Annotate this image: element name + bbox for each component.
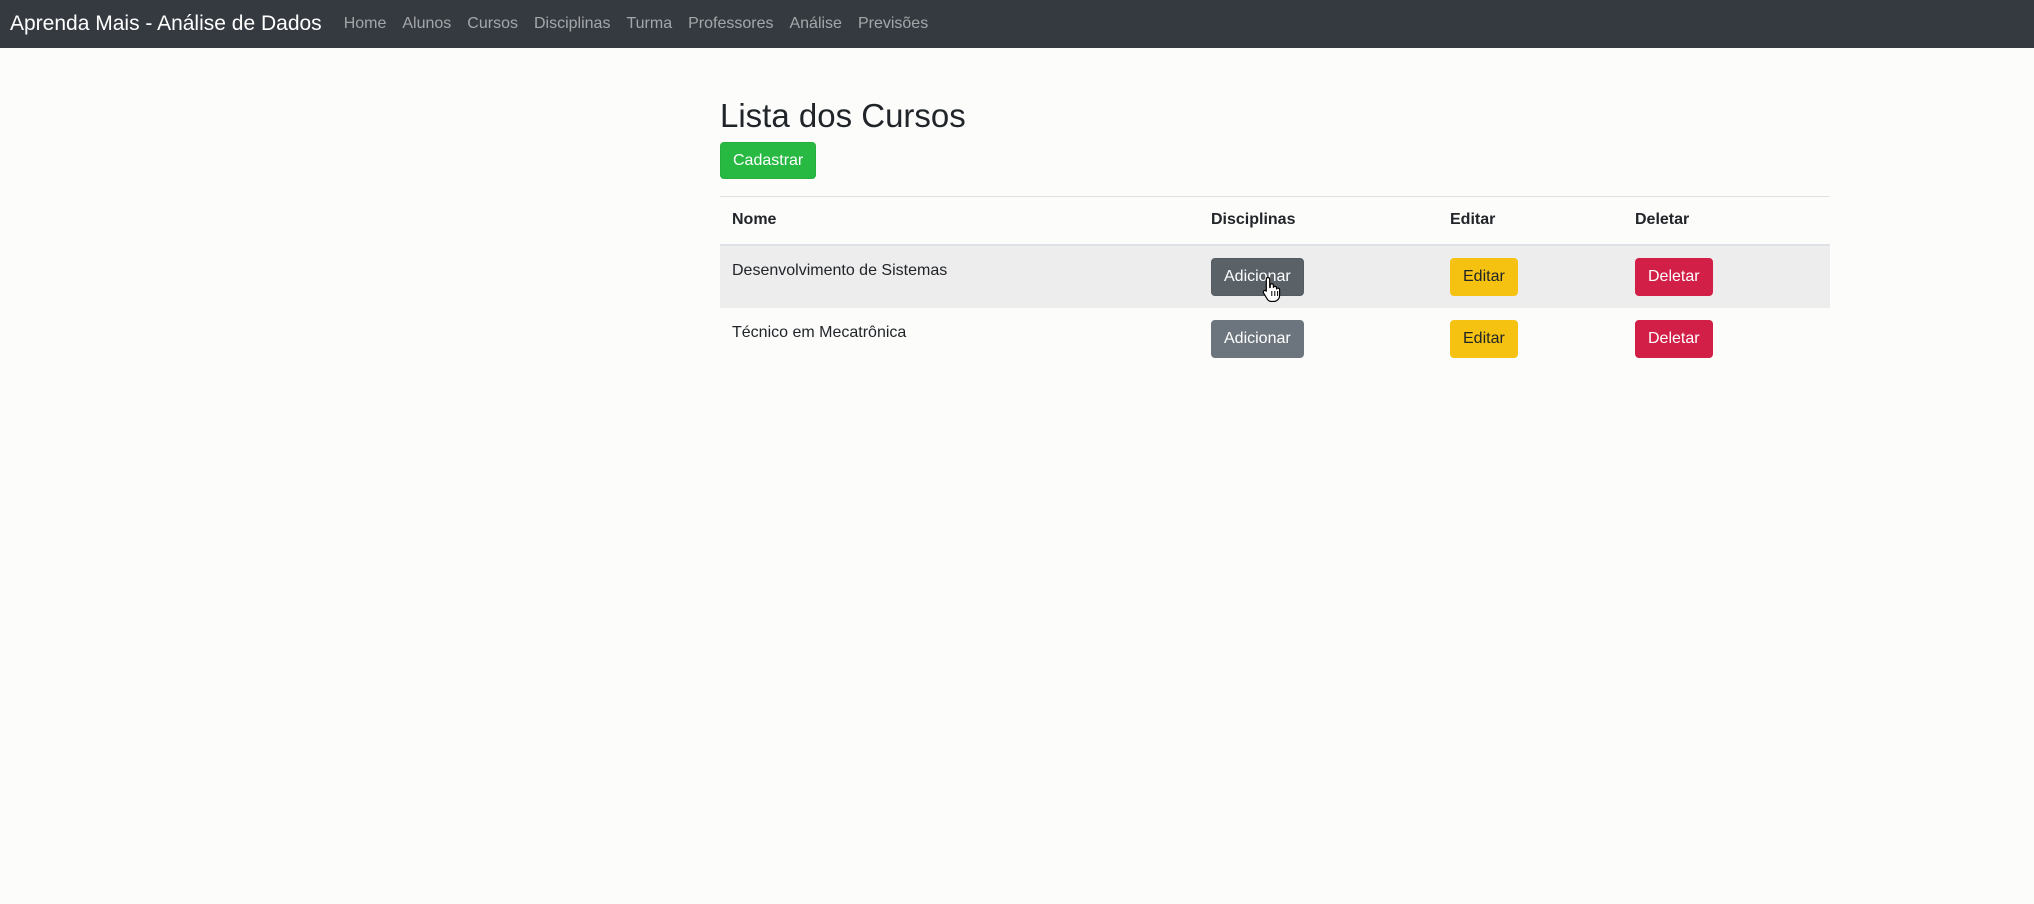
editar-cell: Editar bbox=[1438, 308, 1623, 371]
navbar: Aprenda Mais - Análise de Dados Home Alu… bbox=[0, 0, 2034, 48]
table-row: Técnico em Mecatrônica Adicionar Editar … bbox=[720, 308, 1830, 371]
deletar-button[interactable]: Deletar bbox=[1635, 320, 1713, 358]
main-content: Lista dos Cursos Cadastrar Nome Discipli… bbox=[720, 96, 1830, 371]
adicionar-button[interactable]: Adicionar bbox=[1211, 257, 1304, 296]
table-body: Desenvolvimento de Sistemas Adicionar Ed… bbox=[720, 244, 1830, 371]
deletar-cell: Deletar bbox=[1623, 308, 1830, 371]
course-name: Técnico em Mecatrônica bbox=[732, 323, 907, 341]
course-name: Desenvolvimento de Sistemas bbox=[732, 261, 948, 279]
disciplinas-cell: Adicionar bbox=[1199, 308, 1438, 371]
column-header-disciplinas: Disciplinas bbox=[1211, 211, 1296, 229]
editar-button[interactable]: Editar bbox=[1450, 257, 1518, 296]
page-title: Lista dos Cursos bbox=[720, 97, 966, 134]
nav-links: Home Alunos Cursos Disciplinas Turma Pro… bbox=[336, 15, 937, 33]
navbar-brand[interactable]: Aprenda Mais - Análise de Dados bbox=[10, 12, 322, 36]
table-header-row: Nome Disciplinas Editar Deletar bbox=[720, 196, 1830, 245]
table-header: Nome Disciplinas Editar Deletar bbox=[720, 196, 1830, 245]
table-row: Desenvolvimento de Sistemas Adicionar Ed… bbox=[720, 244, 1830, 308]
nav-link-cursos[interactable]: Cursos bbox=[459, 15, 526, 33]
nav-link-disciplinas[interactable]: Disciplinas bbox=[526, 15, 618, 33]
nav-link-alunos[interactable]: Alunos bbox=[394, 15, 459, 33]
nav-link-analise[interactable]: Análise bbox=[781, 15, 849, 33]
nav-link-professores[interactable]: Professores bbox=[680, 15, 781, 33]
editar-button[interactable]: Editar bbox=[1450, 320, 1518, 358]
cadastrar-button[interactable]: Cadastrar bbox=[720, 142, 817, 179]
nav-link-home[interactable]: Home bbox=[336, 15, 395, 33]
deletar-button[interactable]: Deletar bbox=[1635, 257, 1713, 296]
courses-table: Nome Disciplinas Editar Deletar Desenvol… bbox=[720, 196, 1830, 371]
editar-cell: Editar bbox=[1438, 245, 1623, 308]
column-header-editar: Editar bbox=[1450, 211, 1496, 229]
column-header-deletar: Deletar bbox=[1635, 211, 1690, 229]
nav-link-previsoes[interactable]: Previsões bbox=[850, 15, 936, 33]
nav-link-turma[interactable]: Turma bbox=[618, 15, 680, 33]
disciplinas-cell: Adicionar bbox=[1199, 245, 1438, 308]
column-header-nome: Nome bbox=[732, 211, 777, 229]
deletar-cell: Deletar bbox=[1623, 245, 1830, 308]
adicionar-button[interactable]: Adicionar bbox=[1211, 320, 1304, 358]
